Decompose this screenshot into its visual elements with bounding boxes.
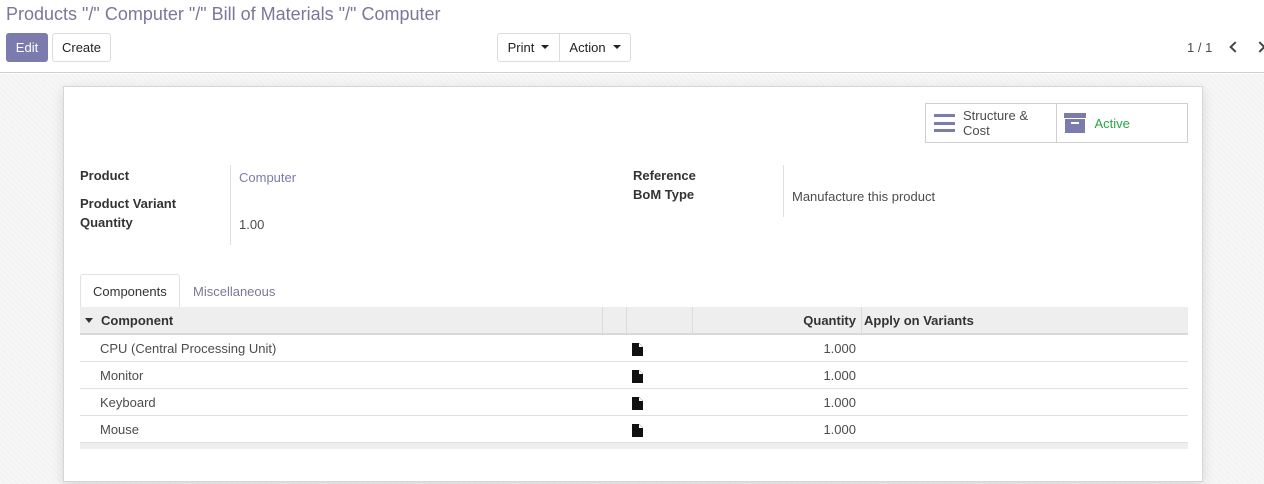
component-cell: Mouse <box>100 421 140 437</box>
quantity-label: Quantity <box>80 215 133 230</box>
field-separator <box>230 165 231 245</box>
file-icon[interactable] <box>632 370 643 383</box>
chevron-left-icon <box>1228 41 1241 53</box>
component-cell: Monitor <box>100 367 144 383</box>
reference-label: Reference <box>633 168 696 183</box>
component-column-header[interactable]: Component <box>80 307 173 334</box>
button-box: Structure & Cost Active <box>925 103 1188 143</box>
field-separator <box>783 165 784 217</box>
component-cell: CPU (Central Processing Unit) <box>100 340 277 356</box>
pager-value[interactable]: 1 / 1 <box>1187 40 1212 55</box>
pager-previous-button[interactable] <box>1224 37 1242 57</box>
archive-icon <box>1063 113 1086 133</box>
table-header: Component Quantity Apply on Variants <box>80 307 1188 335</box>
tab-miscellaneous[interactable]: Miscellaneous <box>181 274 287 308</box>
edit-button[interactable]: Edit <box>6 33 48 62</box>
action-label: Action <box>569 40 606 55</box>
sort-desc-icon <box>85 318 93 323</box>
active-label: Active <box>1094 115 1130 131</box>
caret-down-icon <box>612 44 621 49</box>
notebook-tabs: Components Miscellaneous <box>80 274 1188 308</box>
bom-type-value: Manufacture this product <box>792 189 936 204</box>
column-separator <box>626 307 627 334</box>
create-button[interactable]: Create <box>52 33 111 62</box>
product-variant-label: Product Variant <box>80 196 177 211</box>
pager-next-button[interactable] <box>1252 37 1264 57</box>
quantity-cell: 1.000 <box>823 421 856 437</box>
quantity-value: 1.00 <box>239 217 265 232</box>
table-row[interactable]: CPU (Central Processing Unit) 1.000 <box>80 335 1188 362</box>
component-header-label: Component <box>101 313 174 328</box>
product-label: Product <box>80 168 130 183</box>
table-footer <box>80 443 1188 449</box>
breadcrumb[interactable]: Products "/" Computer "/" Bill of Materi… <box>6 4 440 25</box>
table-row[interactable]: Mouse 1.000 <box>80 416 1188 443</box>
components-table: Component Quantity Apply on Variants CPU… <box>80 307 1188 449</box>
print-dropdown[interactable]: Print <box>497 33 560 62</box>
tab-components[interactable]: Components <box>80 274 180 308</box>
action-dropdown[interactable]: Action <box>559 33 631 62</box>
quantity-cell: 1.000 <box>823 367 856 383</box>
column-separator <box>861 307 862 334</box>
structure-cost-button[interactable]: Structure & Cost <box>926 104 1057 142</box>
quantity-cell: 1.000 <box>823 340 856 356</box>
bom-type-label: BoM Type <box>633 187 695 202</box>
control-panel: Products "/" Computer "/" Bill of Materi… <box>0 0 1264 73</box>
component-cell: Keyboard <box>100 394 156 410</box>
form-sheet: Structure & Cost Active Product Computer… <box>63 86 1203 482</box>
quantity-column-header[interactable]: Quantity <box>692 307 856 334</box>
bars-icon <box>934 114 955 132</box>
column-separator <box>602 307 603 334</box>
print-label: Print <box>507 40 535 55</box>
structure-cost-label: Structure & Cost <box>963 108 1029 138</box>
file-icon[interactable] <box>632 343 643 356</box>
active-toggle-button[interactable]: Active <box>1057 104 1188 142</box>
caret-down-icon <box>541 44 550 49</box>
table-row[interactable]: Keyboard 1.000 <box>80 389 1188 416</box>
apply-on-variants-column-header[interactable]: Apply on Variants <box>864 307 974 334</box>
file-icon[interactable] <box>632 424 643 437</box>
table-row[interactable]: Monitor 1.000 <box>80 362 1188 389</box>
file-icon[interactable] <box>632 397 643 410</box>
chevron-right-icon <box>1253 41 1264 53</box>
product-value[interactable]: Computer <box>239 170 296 185</box>
quantity-cell: 1.000 <box>823 394 856 410</box>
